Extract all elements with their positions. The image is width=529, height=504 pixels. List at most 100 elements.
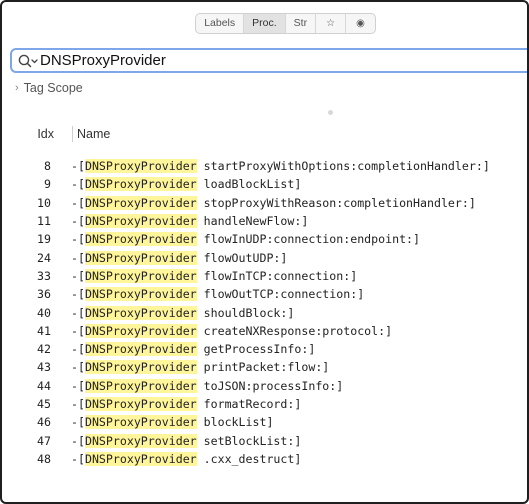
method-selector: loadBlockList]: [196, 177, 302, 192]
method-prefix: -[: [71, 250, 85, 265]
row-index: 10: [37, 195, 51, 210]
search-match-highlight: DNSProxyProvider: [84, 268, 197, 283]
method-selector: handleNewFlow:]: [196, 214, 309, 229]
resize-handle[interactable]: [328, 110, 333, 115]
method-selector: startProxyWithOptions:completionHandler:…: [196, 159, 490, 174]
procedure-name: -[DNSProxyProvider flowInUDP:connection:…: [71, 232, 421, 247]
search-input[interactable]: [40, 52, 480, 69]
method-prefix: -[: [71, 360, 85, 375]
method-selector: getProcessInfo:]: [196, 342, 316, 357]
row-index: 40: [37, 305, 51, 320]
table-row[interactable]: 8 -[DNSProxyProvider startProxyWithOption…: [2, 157, 527, 175]
star-icon[interactable]: ☆: [316, 13, 347, 33]
table-row[interactable]: 10 -[DNSProxyProvider stopProxyWithReason…: [2, 194, 527, 212]
table-row[interactable]: 33 -[DNSProxyProvider flowInTCP:connectio…: [2, 267, 527, 285]
column-header-idx[interactable]: Idx: [2, 127, 72, 141]
search-match-highlight: DNSProxyProvider: [84, 214, 197, 229]
search-match-highlight: DNSProxyProvider: [84, 250, 197, 265]
segment-procedures[interactable]: Proc.: [244, 13, 286, 33]
search-match-highlight: DNSProxyProvider: [84, 195, 197, 210]
method-selector: toJSON:processInfo:]: [196, 378, 344, 393]
table-row[interactable]: 40 -[DNSProxyProvider shouldBlock:]: [2, 303, 527, 321]
table-row[interactable]: 48 -[DNSProxyProvider .cxx_destruct]: [2, 450, 527, 468]
row-index: 46: [37, 415, 51, 430]
row-index: 8: [44, 159, 51, 174]
row-index: 19: [37, 232, 51, 247]
search-match-highlight: DNSProxyProvider: [84, 305, 197, 320]
segment-strings[interactable]: Str: [286, 13, 317, 33]
row-index: 42: [37, 342, 51, 357]
method-prefix: -[: [71, 214, 85, 229]
procedure-name: -[DNSProxyProvider flowInTCP:connection:…: [71, 268, 358, 283]
view-mode-bar: Labels Proc. Str ☆ ◉: [2, 2, 527, 44]
row-index: 44: [37, 378, 51, 393]
table-row[interactable]: 47 -[DNSProxyProvider setBlockList:]: [2, 431, 527, 449]
window: Labels Proc. Str ☆ ◉ › Tag Scope Idx Nam…: [0, 0, 529, 504]
procedure-name: -[DNSProxyProvider setBlockList:]: [71, 433, 302, 448]
segment-labels[interactable]: Labels: [196, 13, 245, 33]
procedure-name: -[DNSProxyProvider shouldBlock:]: [71, 305, 294, 320]
method-selector: createNXResponse:protocol:]: [196, 323, 393, 338]
record-icon[interactable]: ◉: [346, 14, 375, 33]
procedure-name: -[DNSProxyProvider createNXResponse:prot…: [71, 323, 393, 338]
method-selector: stopProxyWithReason:completionHandler:]: [196, 195, 476, 210]
procedure-name: -[DNSProxyProvider blockList]: [71, 415, 274, 430]
search-match-highlight: DNSProxyProvider: [84, 287, 197, 302]
table-row[interactable]: 36 -[DNSProxyProvider flowOutTCP:connecti…: [2, 285, 527, 303]
method-prefix: -[: [71, 268, 85, 283]
method-selector: .cxx_destruct]: [196, 451, 302, 466]
method-prefix: -[: [71, 159, 85, 174]
table-row[interactable]: 9 -[DNSProxyProvider loadBlockList]: [2, 175, 527, 193]
view-mode-segmented-control: Labels Proc. Str ☆ ◉: [195, 12, 376, 34]
search-match-highlight: DNSProxyProvider: [84, 378, 197, 393]
method-prefix: -[: [71, 397, 85, 411]
method-prefix: -[: [71, 323, 85, 338]
search-icon[interactable]: [18, 53, 40, 69]
column-header-name[interactable]: Name: [73, 127, 110, 141]
tag-scope-disclosure[interactable]: › Tag Scope: [15, 81, 83, 95]
table-row[interactable]: 24 -[DNSProxyProvider flowOutUDP:]: [2, 248, 527, 266]
table-row[interactable]: 11 -[DNSProxyProvider handleNewFlow:]: [2, 212, 527, 230]
search-match-highlight: DNSProxyProvider: [84, 415, 197, 430]
search-match-highlight: DNSProxyProvider: [84, 433, 197, 448]
row-index: 43: [37, 360, 51, 375]
row-index: 47: [37, 433, 51, 448]
procedure-name: -[DNSProxyProvider flowOutTCP:connection…: [71, 287, 364, 302]
procedure-list: 8 -[DNSProxyProvider startProxyWithOption…: [2, 157, 527, 468]
procedure-name: -[DNSProxyProvider .cxx_destruct]: [71, 451, 302, 466]
table-row[interactable]: 19 -[DNSProxyProvider flowInUDP:connectio…: [2, 230, 527, 248]
procedure-name: -[DNSProxyProvider flowOutUDP:]: [71, 250, 288, 265]
search-match-highlight: DNSProxyProvider: [84, 342, 197, 357]
table-row[interactable]: 45 -[DNSProxyProvider formatRecord:]: [2, 395, 527, 413]
method-selector: formatRecord:]: [196, 397, 302, 411]
row-index: 41: [37, 323, 51, 338]
search-match-highlight: DNSProxyProvider: [84, 323, 197, 338]
table-row[interactable]: 42 -[DNSProxyProvider getProcessInfo:]: [2, 340, 527, 358]
table-row[interactable]: 43 -[DNSProxyProvider printPacket:flow:]: [2, 358, 527, 376]
method-selector: blockList]: [196, 415, 274, 430]
table-row[interactable]: 46 -[DNSProxyProvider blockList]: [2, 413, 527, 431]
search-match-highlight: DNSProxyProvider: [84, 177, 197, 192]
method-selector: flowOutUDP:]: [196, 250, 288, 265]
row-index: 24: [37, 250, 51, 265]
procedure-name: -[DNSProxyProvider stopProxyWithReason:c…: [71, 195, 476, 210]
tag-scope-label: Tag Scope: [23, 81, 83, 95]
method-selector: flowInUDP:connection:endpoint:]: [196, 232, 421, 247]
procedure-name: -[DNSProxyProvider printPacket:flow:]: [71, 360, 330, 375]
method-prefix: -[: [71, 378, 85, 393]
search-match-highlight: DNSProxyProvider: [84, 360, 197, 375]
method-prefix: -[: [71, 232, 85, 247]
method-prefix: -[: [71, 433, 85, 448]
procedure-name: -[DNSProxyProvider handleNewFlow:]: [71, 214, 309, 229]
table-row[interactable]: 44 -[DNSProxyProvider toJSON:processInfo:…: [2, 377, 527, 395]
procedure-name: -[DNSProxyProvider loadBlockList]: [71, 177, 302, 192]
search-match-highlight: DNSProxyProvider: [84, 159, 197, 174]
table-row[interactable]: 41 -[DNSProxyProvider createNXResponse:pr…: [2, 322, 527, 340]
search-field[interactable]: [10, 48, 527, 73]
procedure-name: -[DNSProxyProvider startProxyWithOptions…: [71, 159, 490, 174]
row-index: 36: [37, 287, 51, 302]
method-selector: flowInTCP:connection:]: [196, 268, 358, 283]
method-selector: setBlockList:]: [196, 433, 302, 448]
method-selector: printPacket:flow:]: [196, 360, 330, 375]
search-match-highlight: DNSProxyProvider: [84, 397, 197, 411]
